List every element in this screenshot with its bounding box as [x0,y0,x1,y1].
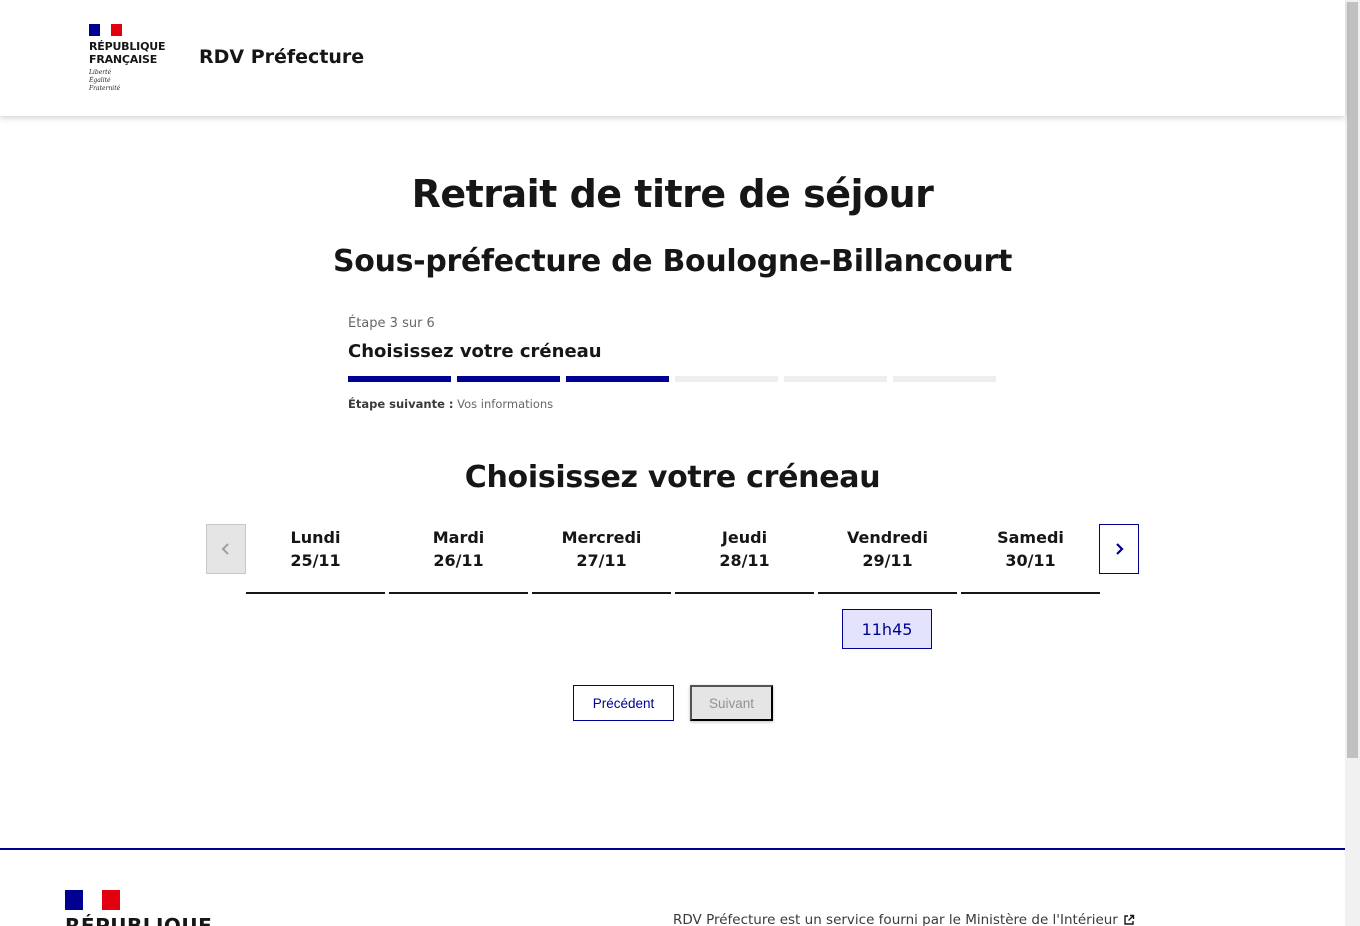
stepper-state: Étape 3 sur 6 [348,316,435,331]
calendar-day: Jeudi 28/11 [675,524,814,594]
page-scrollbar[interactable] [1345,0,1360,926]
site-header: RÉPUBLIQUE FRANÇAISE Liberté Égalité Fra… [0,0,1345,116]
stepper-segment [893,376,996,382]
calendar-day-name: Samedi [997,528,1064,547]
calendar-day: Vendredi 29/11 [818,524,957,594]
calendar-day-date: 26/11 [433,551,484,570]
chevron-left-icon [221,543,229,555]
calendar-day: Mardi 26/11 [389,524,528,594]
marianne-flag-icon [65,890,120,910]
stepper-progress [348,376,998,382]
calendar-day-name: Mardi [432,528,485,547]
calendar-day-date: 27/11 [576,551,627,570]
stepper-segment [675,376,778,382]
stepper-next-value: Vos informations [457,397,554,411]
calendar-day-name: Vendredi [847,528,928,547]
calendar-day-date: 25/11 [290,551,341,570]
next-button[interactable]: Suivant [690,685,773,721]
page-title: Retrait de titre de séjour [411,172,934,216]
stepper-next-label: Étape suivante : [348,397,454,411]
calendar-day-date: 29/11 [862,551,913,570]
external-link-icon [1124,914,1135,925]
calendar-day-date: 30/11 [1005,551,1056,570]
calendar-day: Samedi 30/11 [961,524,1100,594]
stepper-next-step: Étape suivante : Vos informations [348,397,998,411]
section-title: Choisissez votre créneau [464,460,881,495]
calendar-day-date: 28/11 [719,551,770,570]
footer-service-link[interactable]: RDV Préfecture est un service fourni par… [673,912,1135,926]
stepper-segment [784,376,887,382]
stepper-title: Choisissez votre créneau [348,341,602,362]
page-subtitle: Sous-préfecture de Boulogne-Billancourt [332,244,1013,279]
previous-week-button[interactable] [206,524,246,574]
chevron-right-icon [1116,543,1124,555]
next-week-button[interactable] [1099,524,1139,574]
footer-republique: RÉPUBLIQUE [65,914,213,926]
stepper-segment [348,376,451,382]
calendar-day-name: Jeudi [721,528,768,547]
stepper-segment [566,376,669,382]
republique-francaise-logo[interactable]: RÉPUBLIQUE FRANÇAISE Liberté Égalité Fra… [89,24,179,93]
calendar-day: Mercredi 27/11 [532,524,671,594]
footer-service-text[interactable]: RDV Préfecture est un service fourni par… [673,912,1118,926]
stepper: Étape 3 sur 6 Choisissez votre créneau É… [348,316,998,411]
service-title[interactable]: RDV Préfecture [199,46,364,68]
time-slot-button[interactable]: 11h45 [842,609,932,649]
scrollbar-thumb[interactable] [1347,2,1358,758]
site-footer: RÉPUBLIQUE RDV Préfecture est un service… [0,848,1345,926]
calendar-day-name: Mercredi [561,528,642,547]
logo-title: RÉPUBLIQUE FRANÇAISE [89,40,166,66]
calendar-day: Lundi 25/11 [246,524,385,594]
previous-button[interactable]: Précédent [573,685,674,721]
calendar-days: Lundi 25/11 Mardi 26/11 Mercredi 27/11 Jeudi 28… [246,524,1100,594]
marianne-flag-icon [89,24,122,36]
logo-motto: Liberté Égalité Fraternité [89,69,121,92]
calendar-day-name: Lundi [290,528,341,547]
stepper-segment [457,376,560,382]
